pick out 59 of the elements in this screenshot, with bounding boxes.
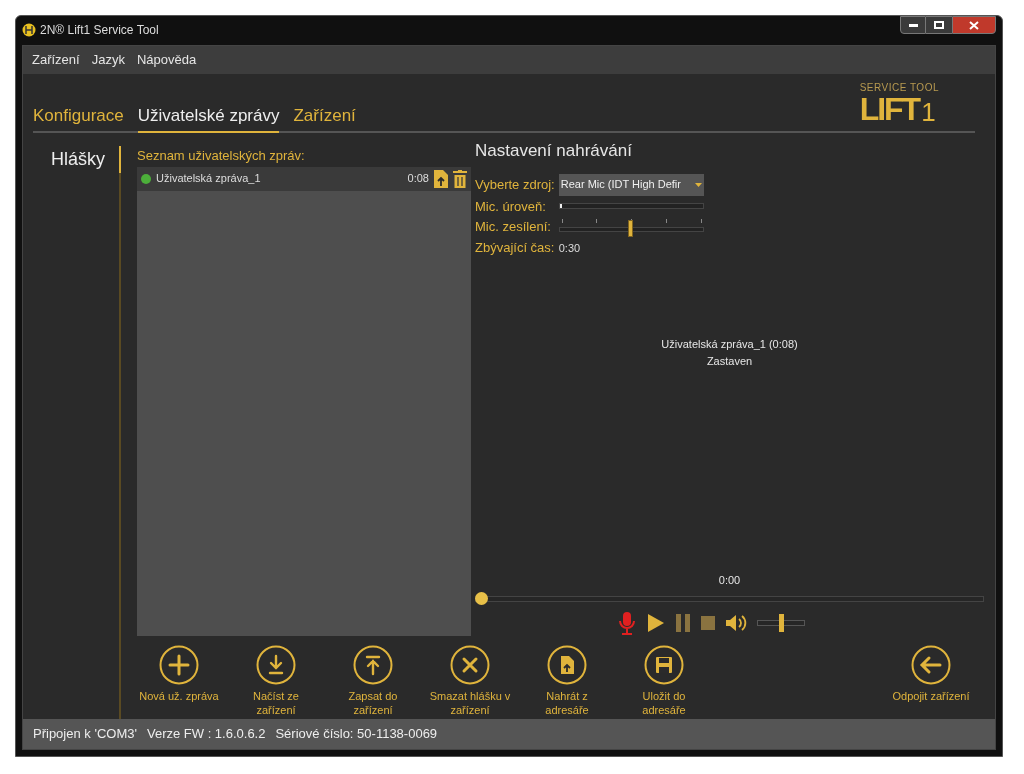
volume-slider[interactable] [756, 614, 805, 632]
field-label: Vyberte zdroj: [475, 175, 555, 194]
save-icon [644, 645, 684, 685]
status-text: Připojen k 'COM3' [33, 725, 137, 744]
tab[interactable]: Zařízení [293, 102, 356, 133]
field-label: Zbývající čas: [475, 239, 555, 257]
field-label: Mic. úroveň: [475, 197, 547, 216]
progress-thumb[interactable] [475, 592, 488, 605]
minimize-button[interactable] [900, 16, 926, 34]
disconnect-button[interactable]: Odpojit zařízení [883, 645, 979, 703]
dropdown-arrow-icon [694, 182, 702, 187]
action-button[interactable]: Nová už. zpráva [137, 645, 221, 703]
sidebar-item[interactable]: Hlášky [33, 146, 121, 173]
field-label: Mic. zesílení: [475, 218, 552, 237]
menu-item[interactable]: Zařízení [32, 50, 80, 70]
list-row[interactable]: Uživatelská zpráva_1 0:08 [137, 166, 471, 191]
download-icon [256, 645, 296, 685]
microphone-icon [616, 611, 637, 635]
tab[interactable]: Uživatelské zprávy [137, 102, 280, 133]
progress-slider[interactable] [475, 592, 984, 606]
action-button[interactable]: Smazat hlášku v zařízení [428, 645, 512, 717]
upload-icon [353, 645, 393, 685]
arrow-left-icon [911, 645, 951, 685]
window-title: 2N® Lift1 Service Tool [40, 21, 159, 39]
action-button[interactable]: Načíst ze zařízení [234, 645, 318, 717]
playback-time: 0:00 [718, 572, 741, 588]
speaker-icon [724, 613, 749, 633]
menu-item[interactable]: Jazyk [91, 50, 125, 70]
message-title: Uživatelská zpráva_1 (0:08) [661, 336, 798, 352]
file-upload-icon [547, 645, 587, 685]
app-icon [22, 22, 36, 37]
maximize-button[interactable] [926, 16, 952, 34]
stop-icon [700, 616, 715, 630]
playback-state: Zastaven [706, 353, 753, 369]
message-name: Uživatelská zpráva_1 [156, 171, 262, 187]
plus-icon [159, 645, 199, 685]
trash-icon[interactable] [453, 169, 467, 188]
close-icon [969, 20, 979, 30]
volume-thumb[interactable] [778, 614, 784, 632]
list-title: Seznam uživatelských zpráv: [137, 147, 306, 165]
gain-slider[interactable] [558, 217, 704, 237]
message-duration: 0:08 [407, 171, 429, 187]
close-button[interactable] [952, 16, 996, 34]
slider-thumb[interactable] [628, 220, 634, 237]
close-icon [450, 645, 490, 685]
menu-item[interactable]: Nápověda [136, 50, 197, 70]
source-dropdown[interactable]: Rear Mic (IDT High Defir [558, 173, 704, 196]
action-button[interactable]: Nahrát z adresáře [525, 645, 609, 717]
pause-icon [674, 613, 691, 633]
action-button[interactable]: Uložit do adresáře [622, 645, 706, 717]
section-title: Nastavení nahrávání [475, 140, 633, 162]
remaining-time: 0:30 [558, 240, 582, 256]
logo: SERVICE TOOL LIFT1 [859, 83, 939, 125]
status-text: Verze FW : 1.6.0.6.2 [146, 725, 266, 744]
tab[interactable]: Konfigurace [33, 102, 124, 133]
play-icon [646, 613, 665, 633]
action-button[interactable]: Zapsat do zařízení [331, 645, 415, 717]
file-upload-icon[interactable] [434, 169, 448, 188]
status-text: Sériové číslo: 50-1138-0069 [275, 725, 438, 744]
